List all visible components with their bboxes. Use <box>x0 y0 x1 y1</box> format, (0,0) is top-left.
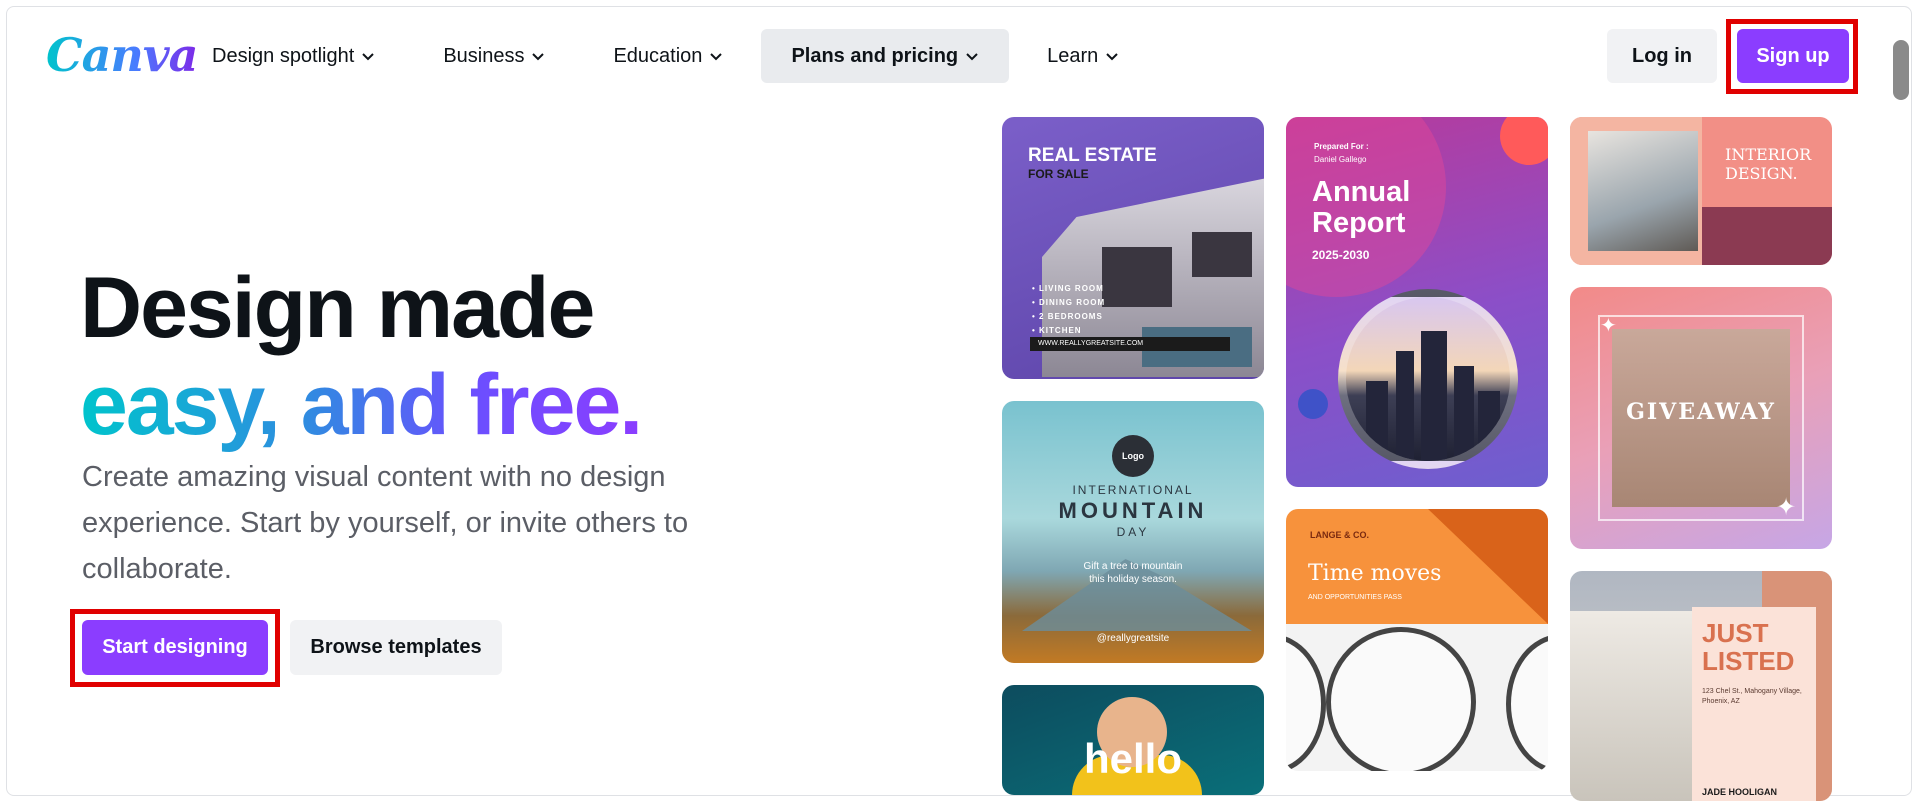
clock-image <box>1506 634 1548 771</box>
template-card-just-listed[interactable]: JUST LISTED 123 Chel St., Mahogany Villa… <box>1570 571 1832 801</box>
annual-title-2: Report <box>1312 207 1406 239</box>
realestate-title: REAL ESTATE <box>1028 145 1157 166</box>
annual-title-1: Annual <box>1312 176 1411 208</box>
time-title: Time moves <box>1308 561 1442 586</box>
mountain-tagline-2: this holiday season. <box>1089 574 1177 585</box>
realestate-list-item: • KITCHEN <box>1032 326 1082 335</box>
time-subtitle: AND OPPORTUNITIES PASS <box>1308 594 1402 601</box>
listed-agent: JADE HOOLIGAN <box>1702 787 1778 797</box>
chevron-down-icon <box>531 49 545 63</box>
annual-name: Daniel Gallego <box>1314 155 1367 164</box>
nav-label: Learn <box>1047 44 1099 67</box>
interior-title-1: INTERIOR <box>1725 145 1812 164</box>
nav-plans-and-pricing[interactable]: Plans and pricing <box>761 29 1010 83</box>
chevron-down-icon <box>965 49 979 63</box>
time-brand: LANGE & CO. <box>1310 530 1370 540</box>
realestate-list-item: • LIVING ROOM <box>1032 284 1104 293</box>
mountain-handle: @reallygreatsite <box>1096 633 1170 644</box>
interior-title-2: DESIGN. <box>1725 164 1798 183</box>
scrollbar-thumb[interactable] <box>1893 40 1909 100</box>
nav-label: Plans and pricing <box>791 44 959 67</box>
hero-subtitle: Create amazing visual content with no de… <box>82 461 689 585</box>
mountain-line-3: DAY <box>1116 525 1150 539</box>
canva-logo[interactable]: Canva <box>46 28 198 82</box>
hello-title: hello <box>1083 735 1182 782</box>
nav-business[interactable]: Business <box>413 29 575 83</box>
listed-panel: JUST LISTED 123 Chel St., Mahogany Villa… <box>1692 607 1816 801</box>
chevron-down-icon <box>361 49 375 63</box>
hero-headline-line1: Design made <box>80 260 595 356</box>
annual-years: 2025-2030 <box>1312 248 1370 262</box>
hero-headline-line2: easy, and free. <box>80 357 643 453</box>
template-card-time-moves[interactable]: LANGE & CO. Time moves AND OPPORTUNITIES… <box>1286 509 1548 771</box>
nav-learn[interactable]: Learn <box>1017 29 1149 83</box>
mountain-logo: Logo <box>1112 435 1154 477</box>
decor-panel <box>1702 207 1832 265</box>
clock-image <box>1326 627 1476 771</box>
annual-prepared: Prepared For : <box>1314 142 1369 151</box>
nav-label: Education <box>613 44 703 67</box>
nav-label: Business <box>443 44 525 67</box>
listed-title-1: JUST <box>1702 618 1769 648</box>
browse-templates-button[interactable]: Browse templates <box>290 620 502 675</box>
main-nav: Design spotlight Business Education Plan… <box>182 29 1149 83</box>
clock-image <box>1286 634 1326 771</box>
sparkle-icon: ✦ <box>1600 315 1617 337</box>
mountain-line-2: MOUNTAIN <box>1058 498 1208 523</box>
chevron-down-icon <box>709 49 723 63</box>
nav-label: Design spotlight <box>212 44 355 67</box>
start-designing-button[interactable]: Start designing <box>82 620 268 675</box>
template-card-annual-report[interactable]: Prepared For : Daniel Gallego Annual Rep… <box>1286 117 1548 487</box>
listed-address: 123 Chel St., Mahogany Village, Phoenix,… <box>1702 688 1802 705</box>
realestate-list-item: • 2 BEDROOMS <box>1032 312 1103 321</box>
sparkle-icon: ✦ <box>1776 494 1797 521</box>
interior-photo <box>1588 131 1698 251</box>
nav-design-spotlight[interactable]: Design spotlight <box>182 29 405 83</box>
city-image <box>1338 289 1518 469</box>
nav-education[interactable]: Education <box>583 29 753 83</box>
login-button[interactable]: Log in <box>1607 29 1717 83</box>
template-card-real-estate[interactable]: REAL ESTATE FOR SALE • LIVING ROOM • DIN… <box>1002 117 1264 379</box>
signup-button[interactable]: Sign up <box>1737 29 1849 83</box>
template-card-hello[interactable]: hello <box>1002 685 1264 795</box>
chevron-down-icon <box>1105 49 1119 63</box>
listed-title-2: LISTED <box>1702 646 1795 676</box>
realestate-subtitle: FOR SALE <box>1028 167 1089 181</box>
template-card-interior-design[interactable]: INTERIOR DESIGN. <box>1570 117 1832 265</box>
realestate-list-item: • DINING ROOM <box>1032 298 1106 307</box>
mountain-tagline-1: Gift a tree to mountain <box>1083 561 1183 572</box>
template-card-mountain-day[interactable]: Logo INTERNATIONAL MOUNTAIN DAY Gift a t… <box>1002 401 1264 663</box>
mountain-line-1: INTERNATIONAL <box>1072 483 1194 497</box>
realestate-url: WWW.REALLYGREATSITE.COM <box>1030 337 1230 351</box>
realestate-list: • LIVING ROOM • DINING ROOM • 2 BEDROOMS… <box>1032 282 1105 338</box>
giveaway-title: GIVEAWAY <box>1626 399 1776 425</box>
decor-circle <box>1500 117 1548 165</box>
decor-dot <box>1298 389 1328 419</box>
template-card-giveaway[interactable]: GIVEAWAY ✦ ✦ <box>1570 287 1832 549</box>
